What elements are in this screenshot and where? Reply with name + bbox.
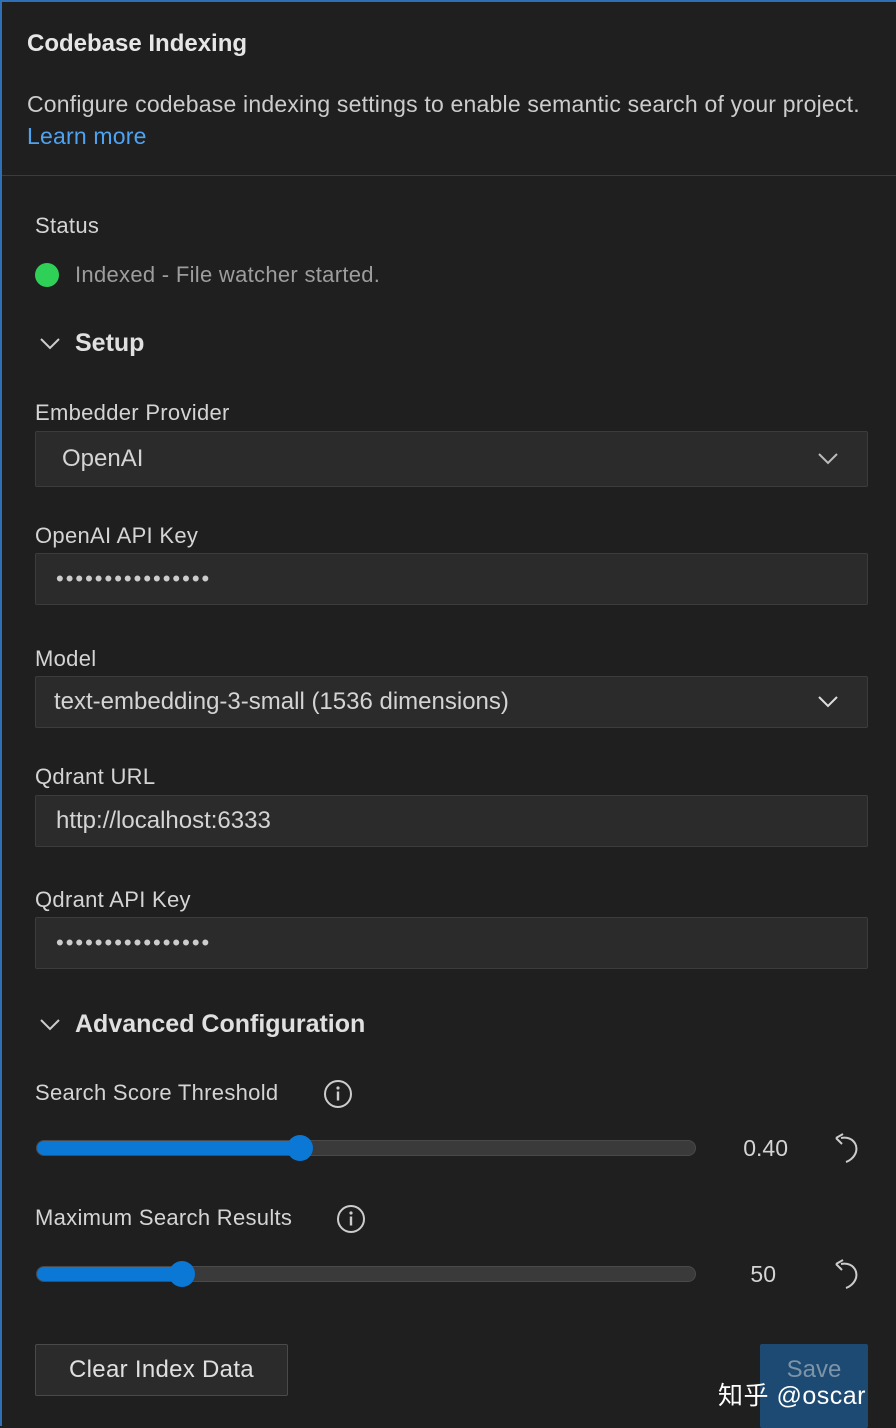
- settings-panel: Codebase Indexing Configure codebase ind…: [0, 0, 896, 1428]
- openai-api-key-label: OpenAI API Key: [35, 523, 199, 548]
- page-description: Configure codebase indexing settings to …: [27, 88, 867, 152]
- openai-api-key-value: ••••••••••••••••: [56, 566, 212, 591]
- watermark: 知乎 @oscar: [718, 1382, 866, 1410]
- slider-thumb[interactable]: [287, 1135, 314, 1161]
- search-score-threshold-value: 0.40: [743, 1135, 788, 1161]
- chevron-down-icon: [818, 696, 838, 708]
- info-icon[interactable]: [336, 1204, 366, 1234]
- description-text: Configure codebase indexing settings to …: [27, 91, 860, 117]
- reset-icon[interactable]: [832, 1258, 862, 1290]
- status-indicator-icon: [35, 263, 59, 287]
- reset-icon[interactable]: [832, 1132, 862, 1164]
- embedder-provider-value: OpenAI: [62, 445, 144, 472]
- slider-fill: [37, 1141, 301, 1155]
- qdrant-url-value: http://localhost:6333: [56, 807, 271, 834]
- model-value: text-embedding-3-small (1536 dimensions): [54, 688, 509, 715]
- slider-fill: [37, 1267, 182, 1281]
- search-score-threshold-slider[interactable]: [36, 1135, 696, 1161]
- qdrant-api-key-label: Qdrant API Key: [35, 887, 191, 912]
- chevron-down-icon: [818, 453, 838, 465]
- chevron-down-icon: [40, 1018, 60, 1030]
- slider-thumb[interactable]: [168, 1261, 195, 1287]
- embedder-provider-select[interactable]: OpenAI: [35, 431, 868, 487]
- maximum-search-results-slider[interactable]: [36, 1261, 696, 1287]
- maximum-search-results-value: 50: [750, 1261, 776, 1287]
- setup-section-toggle[interactable]: Setup: [39, 329, 144, 358]
- learn-more-link[interactable]: Learn more: [27, 123, 147, 149]
- info-icon[interactable]: [323, 1079, 353, 1109]
- chevron-down-icon: [40, 337, 60, 349]
- search-score-threshold-label: Search Score Threshold: [35, 1080, 279, 1105]
- model-select[interactable]: text-embedding-3-small (1536 dimensions): [35, 676, 868, 728]
- advanced-section-toggle[interactable]: Advanced Configuration: [39, 1010, 365, 1039]
- status-row: Indexed - File watcher started.: [35, 260, 380, 290]
- clear-index-data-button[interactable]: Clear Index Data: [35, 1344, 288, 1396]
- openai-api-key-input[interactable]: ••••••••••••••••: [35, 553, 868, 605]
- advanced-section-label: Advanced Configuration: [75, 1010, 366, 1038]
- page-title: Codebase Indexing: [27, 30, 248, 57]
- maximum-search-results-label: Maximum Search Results: [35, 1205, 293, 1230]
- status-text: Indexed - File watcher started.: [75, 262, 381, 287]
- qdrant-url-label: Qdrant URL: [35, 764, 156, 789]
- qdrant-api-key-input[interactable]: ••••••••••••••••: [35, 917, 868, 969]
- embedder-provider-label: Embedder Provider: [35, 400, 230, 425]
- model-label: Model: [35, 646, 97, 671]
- panel-header: Codebase Indexing Configure codebase ind…: [2, 2, 896, 176]
- qdrant-url-input[interactable]: http://localhost:6333: [35, 795, 868, 847]
- status-label: Status: [35, 213, 100, 238]
- qdrant-api-key-value: ••••••••••••••••: [56, 930, 212, 955]
- setup-section-label: Setup: [75, 329, 145, 357]
